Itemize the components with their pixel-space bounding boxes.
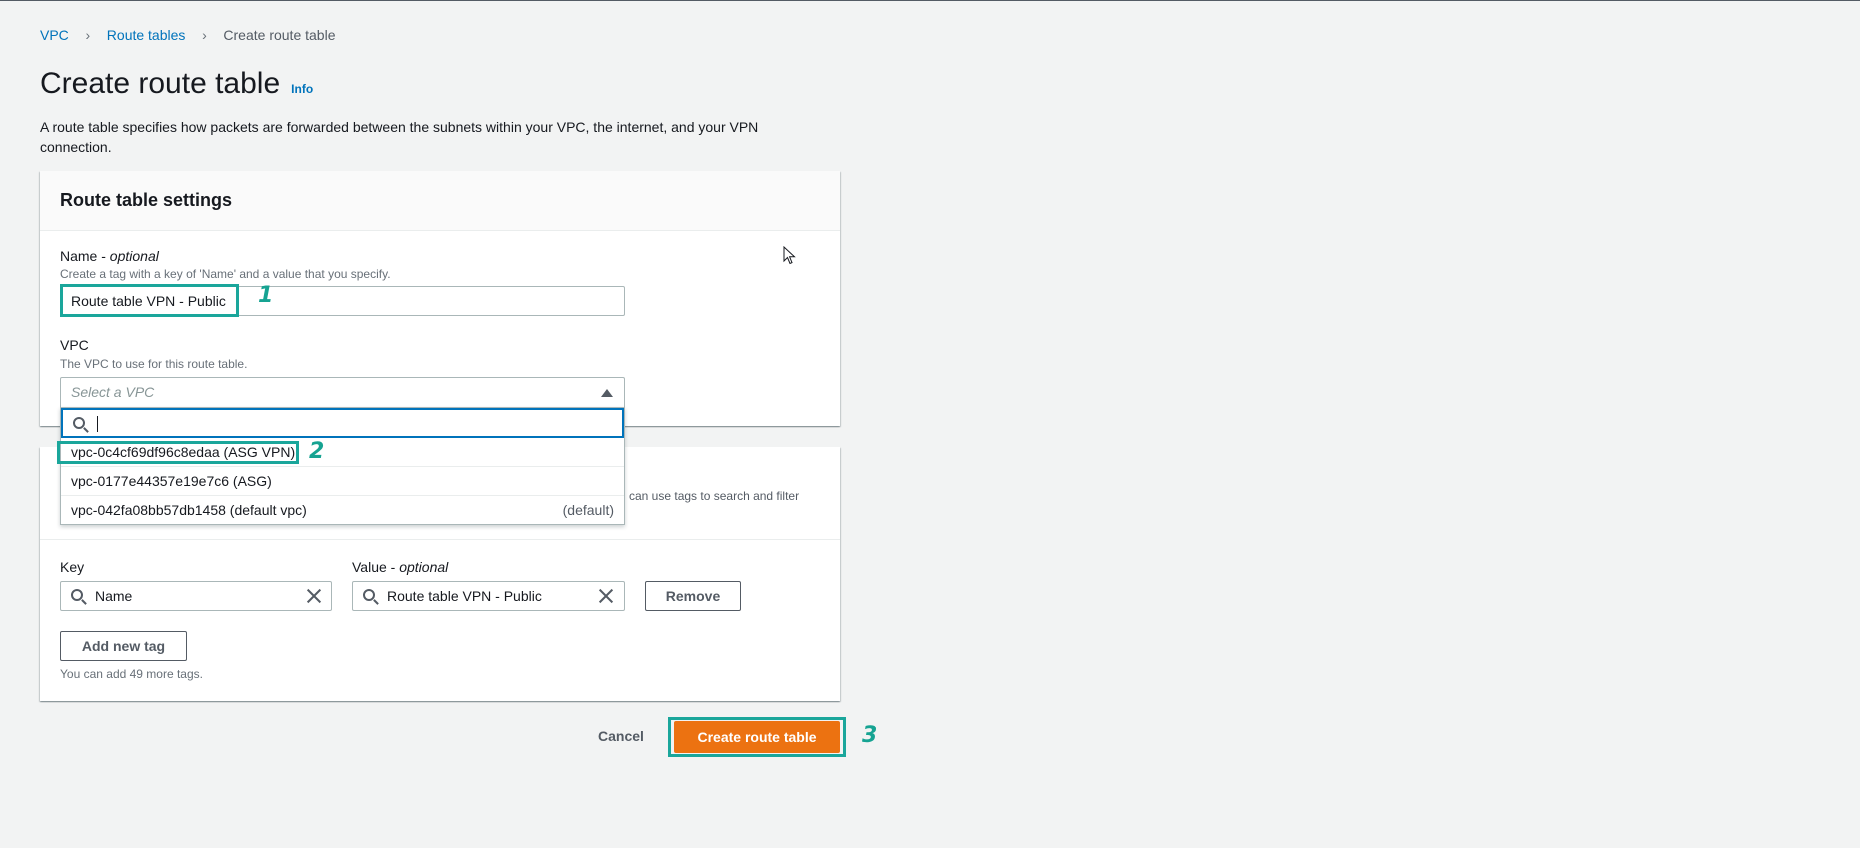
search-icon [363, 589, 375, 601]
annotation-box-2 [57, 441, 299, 464]
annotation-marker-2: 2 [309, 439, 325, 464]
info-link[interactable]: Info [291, 82, 313, 96]
breadcrumb-vpc[interactable]: VPC [40, 27, 69, 43]
tag-key-input[interactable]: Name [60, 581, 332, 611]
annotation-box-3 [668, 717, 846, 757]
page-description: A route table specifies how packets are … [40, 119, 759, 155]
mouse-pointer-icon [783, 246, 796, 265]
tags-hint-fragment: can use tags to search and filter [629, 489, 800, 503]
annotation-marker-3: 3 [862, 723, 878, 748]
cancel-button[interactable]: Cancel [598, 728, 644, 744]
annotation-marker-1: 1 [258, 283, 274, 308]
tag-value-label: Value - optional [352, 559, 449, 575]
divider [40, 539, 840, 540]
tag-value-input[interactable]: Route table VPN - Public [352, 581, 625, 611]
page-title-text: Create route table [40, 67, 281, 100]
remove-tag-button[interactable]: Remove [645, 581, 741, 611]
add-new-tag-button[interactable]: Add new tag [60, 631, 187, 661]
caret-up-icon [601, 389, 613, 397]
breadcrumb-current: Create route table [223, 27, 336, 43]
clear-icon[interactable] [598, 588, 614, 604]
vpc-filter-input[interactable] [61, 408, 624, 438]
annotation-box-1 [60, 284, 239, 317]
tag-limit-text: You can add 49 more tags. [60, 667, 203, 681]
panel-header: Route table settings [40, 171, 840, 231]
vpc-label: VPC [60, 337, 89, 353]
text-cursor [97, 416, 98, 432]
search-icon [73, 417, 85, 429]
page-title: Create route table Info [40, 67, 313, 101]
breadcrumb: VPC › Route tables › Create route table [40, 27, 335, 43]
name-label: Name - optional [60, 248, 159, 264]
clear-icon[interactable] [306, 588, 322, 604]
search-icon [71, 589, 83, 601]
name-hint: Create a tag with a key of 'Name' and a … [60, 267, 391, 281]
vpc-hint: The VPC to use for this route table. [60, 357, 248, 371]
vpc-option[interactable]: vpc-0177e44357e19e7c6 (ASG) [61, 467, 624, 496]
chevron-right-icon: › [85, 27, 91, 43]
vpc-select[interactable]: Select a VPC [60, 377, 625, 407]
chevron-right-icon: › [202, 27, 207, 43]
breadcrumb-route-tables[interactable]: Route tables [107, 27, 186, 43]
vpc-option[interactable]: vpc-042fa08bb57db1458 (default vpc) (def… [61, 496, 624, 525]
default-tag: (default) [562, 502, 614, 518]
vpc-dropdown: vpc-0c4cf69df96c8edaa (ASG VPN) vpc-0177… [60, 407, 625, 525]
tag-key-label: Key [60, 559, 85, 575]
